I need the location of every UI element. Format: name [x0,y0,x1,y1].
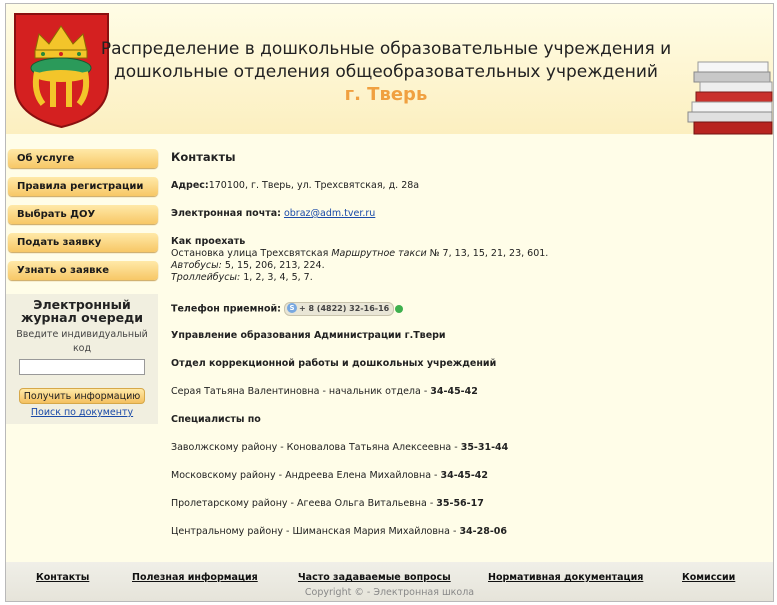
address-label: Адрес: [171,180,209,191]
footer-link-useful-info[interactable]: Полезная информация [132,572,258,583]
howto-trolley-label: Троллейбусы: [171,272,241,283]
search-by-document-link[interactable]: Поиск по документу [6,407,158,418]
call-icon[interactable] [395,305,404,313]
get-information-button[interactable]: Получить информацию [19,388,145,404]
howto-trolley-row: Троллейбусы: 1, 2, 3, 4, 5, 7. [171,272,313,283]
specialist-text: Центральному району - Шиманская Мария Ми… [171,526,460,537]
header: Распределение в дошкольные образовательн… [6,4,773,135]
howto-taxi-label: Маршрутное такси [331,248,427,259]
journal-title: Электронный журнал очереди [20,297,144,325]
howto-bus-row: Автобусы: 5, 15, 206, 213, 224. [171,260,325,271]
header-title-line2: дошкольные отделения общеобразовательных… [114,62,658,82]
specialist-row: Центральному району - Шиманская Мария Ми… [171,526,507,537]
howto-stop-row: Остановка улица Трехсвятская Маршрутное … [171,248,548,259]
specialist-phone: 34-45-42 [440,470,489,481]
nav-submit-application[interactable]: Подать заявку [8,233,158,252]
footer-link-commissions[interactable]: Комиссии [682,572,735,583]
phone-row: Телефон приемной: S + 8 (4822) 32-16-16 [171,302,404,316]
journal-hint: Введите индивидуальный код [16,329,148,354]
individual-code-input[interactable] [19,359,145,375]
howto-taxi-value: № 7, 13, 15, 21, 23, 601. [426,248,549,259]
specialists-label: Специалисты по [171,414,261,425]
email-row: Электронная почта: obraz@adm.tver.ru [171,208,375,219]
head-row: Серая Татьяна Валентиновна - начальник о… [171,386,478,397]
department-name: Отдел коррекционной работы и дошкольных … [171,358,497,369]
header-city: г. Тверь [344,84,428,105]
specialist-phone: 35-56-17 [436,498,484,509]
phone-label: Телефон приемной: [171,303,281,315]
specialist-text: Московскому району - Андреева Елена Миха… [171,470,441,481]
nav-check-application[interactable]: Узнать о заявке [8,261,158,280]
nav-about[interactable]: Об услуге [8,149,158,168]
specialist-row: Московскому району - Андреева Елена Миха… [171,470,488,481]
org-name: Управление образования Администрации г.Т… [171,330,446,341]
phone-badge[interactable]: S + 8 (4822) 32-16-16 [283,302,395,316]
footer-link-regulations[interactable]: Нормативная документация [488,572,643,583]
email-link[interactable]: obraz@adm.tver.ru [284,208,375,219]
page-title: Контакты [171,150,236,164]
queue-journal-panel: Электронный журнал очереди Введите индив… [6,294,158,424]
head-text: Серая Татьяна Валентиновна - начальник о… [171,386,431,397]
page-frame: Распределение в дошкольные образовательн… [5,3,774,602]
footer: Контакты Полезная информация Часто задав… [6,562,773,601]
books-icon [687,61,773,135]
specialist-phone: 34-28-06 [459,526,507,537]
howto-bus-value: 5, 15, 206, 213, 224. [221,260,325,271]
phone-value: + 8 (4822) 32-16-16 [298,304,390,313]
howto-bus-label: Автобусы: [171,260,222,271]
address-value: 170100, г. Тверь, ул. Трехсвятская, д. 2… [208,180,420,191]
email-label: Электронная почта: [171,208,281,219]
nav-registration-rules[interactable]: Правила регистрации [8,177,158,196]
howto-label: Как проехать [171,236,246,247]
skype-icon: S [286,303,297,313]
specialist-phone: 35-31-44 [460,442,509,453]
howto-trolley-value: 1, 2, 3, 4, 5, 7. [240,272,313,283]
copyright: Copyright © - Электронная школа [304,587,475,598]
head-phone: 34-45-42 [430,386,478,397]
footer-link-contacts[interactable]: Контакты [36,572,89,583]
specialist-row: Заволжскому району - Коновалова Татьяна … [171,442,508,453]
specialist-row: Пролетарскому району - Агеева Ольга Вита… [171,498,484,509]
nav-choose-dou[interactable]: Выбрать ДОУ [8,205,158,224]
specialist-text: Заволжскому району - Коновалова Татьяна … [171,442,461,453]
address-row: Адрес:170100, г. Тверь, ул. Трехсвятская… [171,180,419,191]
header-title-line1: Распределение в дошкольные образовательн… [100,39,672,59]
footer-link-faq[interactable]: Часто задаваемые вопросы [298,572,451,583]
specialist-text: Пролетарскому району - Агеева Ольга Вита… [171,498,437,509]
howto-stop: Остановка улица Трехсвятская [171,248,332,259]
